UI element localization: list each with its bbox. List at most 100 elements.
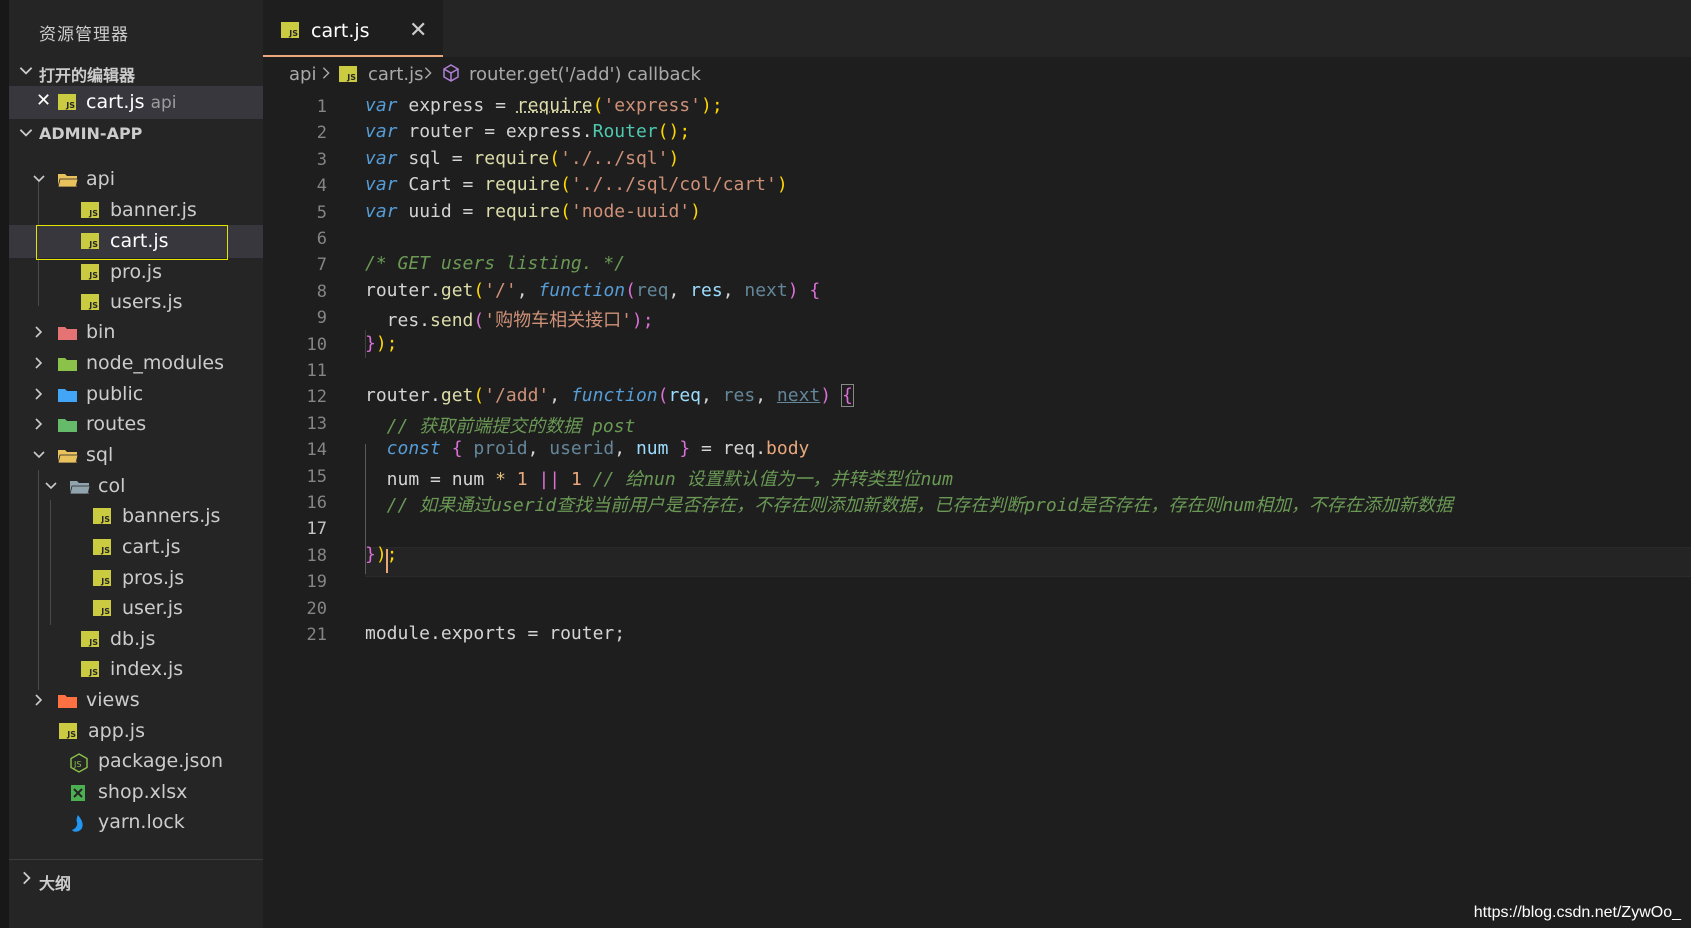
tree-item-label: views (86, 689, 140, 711)
js-file-icon (81, 661, 101, 679)
chevron-right-icon (35, 694, 43, 706)
tree-item[interactable]: users.js (9, 286, 263, 319)
tree-item[interactable]: pros.js (9, 562, 263, 595)
folder-open-icon (69, 478, 91, 496)
line-number: 10 (306, 334, 327, 355)
js-file-icon (59, 723, 79, 741)
sidebar-title: 资源管理器 (39, 25, 129, 45)
line-number: 21 (306, 625, 327, 645)
line-number: 11 (306, 361, 327, 381)
tree-item[interactable]: index.js (9, 653, 263, 686)
chevron-down-icon (33, 175, 45, 183)
tab-cart-js[interactable]: cart.js ✕ (263, 0, 443, 57)
tree-item[interactable]: db.js (9, 623, 263, 656)
chevron-right-icon (322, 67, 330, 79)
code-editor[interactable]: var express = require('express'); var ro… (365, 93, 1691, 928)
tree-item-label: sql (86, 444, 114, 466)
tree-item[interactable]: routes (9, 408, 263, 441)
outline-label: 大纲 (39, 874, 72, 893)
folder-icon (57, 416, 77, 434)
tree-item[interactable]: bin (9, 316, 263, 349)
chevron-right-icon (424, 67, 432, 79)
line-number: 9 (316, 308, 327, 329)
tree-item-label: users.js (110, 291, 183, 313)
line-number: 4 (316, 176, 327, 197)
tree-item[interactable]: JS package.json (9, 745, 263, 778)
tree-item-label: yarn.lock (98, 811, 185, 833)
tree-item-label: bin (86, 321, 116, 343)
tree-item[interactable]: banner.js (9, 194, 263, 227)
tree-item[interactable]: cart.js (9, 531, 263, 564)
code-line: num = num * 1 || 1 // 给nun 设置默认值为一，并转类型位… (365, 468, 954, 490)
tree-item[interactable]: api (9, 163, 263, 196)
tab-label: cart.js (311, 20, 370, 42)
code-line: module.exports = router; (365, 623, 626, 644)
tree-item[interactable]: col (9, 470, 263, 503)
line-number: 16 (306, 493, 327, 513)
tree-item[interactable]: app.js (9, 715, 263, 748)
code-line: // 获取前端提交的数据 post (365, 415, 636, 437)
line-number-gutter: 1 2 3 4 5 6 7 8 9 10 11 12 13 14 15 16 17 18 19 20 21 (263, 93, 363, 928)
breadcrumb-folder[interactable]: api (289, 64, 316, 85)
line-number: 2 (316, 123, 327, 144)
tree-item[interactable]: yarn.lock (9, 806, 263, 839)
open-editors-header[interactable]: 打开的编辑器 (9, 55, 263, 87)
code-line: }); (365, 332, 398, 354)
tree-item[interactable]: user.js (9, 592, 263, 625)
tree-item[interactable]: node_modules (9, 347, 263, 380)
js-file-icon (81, 294, 101, 312)
text-cursor (386, 549, 388, 573)
tree-item[interactable]: sql (9, 439, 263, 472)
js-file-icon (93, 539, 113, 557)
tree-item-label: shop.xlsx (98, 781, 188, 803)
tab-bar: cart.js ✕ (263, 0, 1691, 57)
breadcrumb: api cart.js router.get('/add') callback (263, 57, 1691, 93)
vscode-window: 资源管理器 打开的编辑器 ✕ cart.jsapi ADMIN-APP apib… (0, 0, 1691, 928)
tree-item[interactable]: public (9, 378, 263, 411)
outline-header[interactable]: 大纲 (9, 859, 263, 896)
js-file-icon (81, 202, 101, 220)
chevron-down-icon (19, 67, 33, 75)
chevron-right-icon (35, 418, 43, 430)
folder-icon (57, 386, 77, 404)
line-number: 12 (306, 387, 327, 408)
code-line: res.send('购物车相关接口'); (365, 310, 654, 332)
line-number: 7 (316, 255, 327, 276)
line-number: 1 (316, 97, 327, 117)
open-editors-label: 打开的编辑器 (39, 66, 136, 85)
line-number: 6 (316, 229, 327, 249)
tree-item[interactable]: views (9, 684, 263, 717)
tree-item-label: package.json (98, 750, 224, 772)
js-file-icon (93, 600, 113, 618)
open-editor-folder: api (150, 93, 177, 113)
js-file-icon (93, 570, 113, 588)
close-icon[interactable]: ✕ (409, 18, 427, 43)
code-line: var sql = require('./../sql') (365, 147, 680, 169)
tree-item[interactable]: shop.xlsx (9, 776, 263, 809)
line-number: 17 (306, 519, 327, 540)
code-line: // 如果通过userid查找当前用户是否存在，不存在则添加新数据，已存在判断p… (365, 495, 1453, 516)
tree-item[interactable]: pro.js (9, 256, 263, 289)
breadcrumb-file[interactable]: cart.js (368, 64, 424, 85)
open-editor-item[interactable]: ✕ cart.jsapi (9, 86, 263, 119)
tree-item-label: cart.js (122, 536, 181, 558)
tree-item-label: public (86, 383, 144, 405)
js-file-icon (81, 631, 101, 649)
code-line: var router = express.Router(); (365, 121, 691, 143)
code-line: /* GET users listing. */ (365, 253, 626, 275)
code-line: }); (365, 543, 398, 565)
code-line: var express = require('express'); (365, 95, 723, 116)
code-line: var uuid = require('node-uuid') (365, 200, 701, 222)
tree-item-label: api (86, 168, 115, 190)
close-icon[interactable]: ✕ (36, 90, 51, 111)
cube-symbol-icon (443, 64, 459, 82)
window-edge (0, 0, 9, 928)
tree-item-label: app.js (88, 720, 145, 742)
project-header[interactable]: ADMIN-APP (9, 117, 263, 149)
chevron-right-icon (35, 388, 43, 400)
tree-item[interactable]: banners.js (9, 500, 263, 533)
tree-item-label: node_modules (86, 352, 225, 374)
line-number: 3 (316, 149, 327, 170)
tree-item-label: banners.js (122, 505, 221, 527)
breadcrumb-symbol[interactable]: router.get('/add') callback (469, 64, 701, 85)
